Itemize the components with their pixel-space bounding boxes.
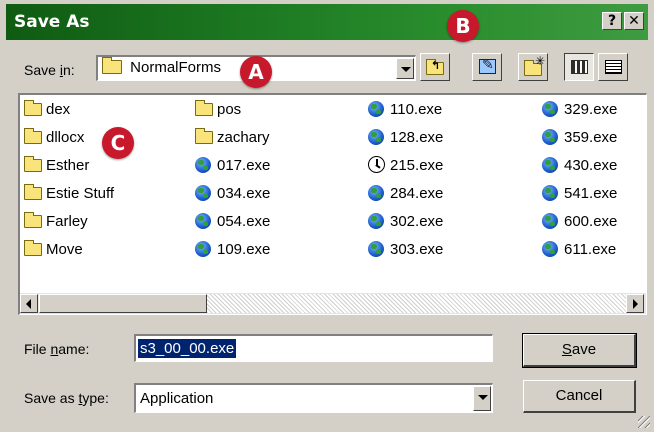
details-view-icon xyxy=(605,60,622,74)
globe-icon xyxy=(542,241,558,257)
horizontal-scrollbar[interactable] xyxy=(20,293,646,314)
file-name-input[interactable]: s3_00_00.exe xyxy=(134,334,493,362)
folder-icon xyxy=(24,156,42,172)
list-item[interactable]: 017.exe xyxy=(195,155,270,183)
list-item[interactable]: 128.exe xyxy=(368,127,443,155)
file-name-label: File name: xyxy=(24,341,90,357)
save-as-type-value: Application xyxy=(140,390,214,407)
list-item[interactable]: 284.exe xyxy=(368,183,443,211)
globe-icon xyxy=(542,129,558,145)
title-bar[interactable]: Save As ? ✕ xyxy=(6,4,648,40)
globe-icon xyxy=(195,213,211,229)
annotation-badge-c: C xyxy=(102,127,134,159)
list-item[interactable]: 110.exe xyxy=(368,99,443,127)
window-title: Save As xyxy=(14,12,90,32)
globe-icon xyxy=(195,241,211,257)
globe-icon xyxy=(368,185,384,201)
scroll-left-button[interactable] xyxy=(20,294,38,313)
up-arrow-icon: ↰ xyxy=(431,59,441,72)
save-in-value: NormalForms xyxy=(102,57,221,76)
globe-icon xyxy=(542,157,558,173)
save-as-type-dropdown-arrow[interactable] xyxy=(473,386,491,411)
list-item[interactable]: pos xyxy=(195,99,270,127)
globe-icon xyxy=(542,185,558,201)
create-new-folder-button[interactable]: ✳ xyxy=(518,53,548,81)
folder-icon xyxy=(195,100,213,116)
globe-icon xyxy=(195,185,211,201)
list-item[interactable]: 215.exe xyxy=(368,155,443,183)
save-button[interactable]: Save xyxy=(522,333,637,368)
list-item[interactable]: 611.exe xyxy=(542,239,617,267)
save-in-dropdown-arrow[interactable] xyxy=(396,58,414,79)
annotation-badge-a: A xyxy=(240,56,272,88)
save-in-label: Save in: xyxy=(24,62,75,78)
list-item[interactable]: zachary xyxy=(195,127,270,155)
cancel-button[interactable]: Cancel xyxy=(523,380,636,413)
file-column-4: 329.exe 359.exe 430.exe 541.exe 600.exe … xyxy=(542,99,617,267)
annotation-badge-b: B xyxy=(447,10,479,42)
list-item[interactable]: 302.exe xyxy=(368,211,443,239)
resize-grip-icon[interactable] xyxy=(638,416,650,428)
sparkle-icon: ✳ xyxy=(535,54,546,68)
globe-icon xyxy=(368,129,384,145)
save-as-type-label: Save as type: xyxy=(24,390,109,406)
list-item[interactable]: dllocx xyxy=(24,127,114,155)
list-item[interactable]: 303.exe xyxy=(368,239,443,267)
list-item[interactable]: 430.exe xyxy=(542,155,617,183)
list-view-button[interactable] xyxy=(564,53,594,81)
desktop-button[interactable]: ✎ xyxy=(472,53,502,81)
list-item[interactable]: dex xyxy=(24,99,114,127)
clock-icon xyxy=(368,156,385,173)
list-item[interactable]: 600.exe xyxy=(542,211,617,239)
list-item[interactable]: 034.exe xyxy=(195,183,270,211)
pencil-icon: ✎ xyxy=(482,57,494,73)
list-item[interactable]: 329.exe xyxy=(542,99,617,127)
list-item[interactable]: Farley xyxy=(24,211,114,239)
save-as-dialog: Save As ? ✕ Save in: NormalForms ↰ ✎ ✳ A… xyxy=(0,0,654,432)
file-list[interactable]: dex dllocx Esther Estie Stuff Farley Mov… xyxy=(18,93,647,315)
globe-icon xyxy=(195,157,211,173)
file-column-2: pos zachary 017.exe 034.exe 054.exe 109.… xyxy=(195,99,270,267)
globe-icon xyxy=(368,213,384,229)
list-view-icon xyxy=(571,60,588,74)
list-item[interactable]: 054.exe xyxy=(195,211,270,239)
folder-icon xyxy=(24,212,42,228)
list-item[interactable]: Estie Stuff xyxy=(24,183,114,211)
list-item[interactable]: Esther xyxy=(24,155,114,183)
save-as-type-dropdown[interactable]: Application xyxy=(134,383,493,413)
globe-icon xyxy=(368,241,384,257)
globe-icon xyxy=(542,101,558,117)
folder-icon xyxy=(24,240,42,256)
folder-icon xyxy=(195,128,213,144)
list-item[interactable]: 541.exe xyxy=(542,183,617,211)
open-folder-icon xyxy=(102,57,122,74)
close-button[interactable]: ✕ xyxy=(624,12,644,30)
list-item[interactable]: 109.exe xyxy=(195,239,270,267)
list-item[interactable]: 359.exe xyxy=(542,127,617,155)
scroll-right-button[interactable] xyxy=(626,294,644,313)
folder-icon xyxy=(24,100,42,116)
scrollbar-track[interactable] xyxy=(207,294,626,313)
globe-icon xyxy=(368,101,384,117)
details-view-button[interactable] xyxy=(598,53,628,81)
help-button[interactable]: ? xyxy=(602,12,622,30)
up-one-level-button[interactable]: ↰ xyxy=(420,53,450,81)
file-name-value: s3_00_00.exe xyxy=(138,339,237,358)
globe-icon xyxy=(542,213,558,229)
file-column-3: 110.exe 128.exe 215.exe 284.exe 302.exe … xyxy=(368,99,443,267)
folder-icon xyxy=(24,184,42,200)
scrollbar-thumb[interactable] xyxy=(39,294,207,313)
list-item[interactable]: Move xyxy=(24,239,114,267)
file-column-1: dex dllocx Esther Estie Stuff Farley Mov… xyxy=(24,99,114,267)
folder-icon xyxy=(24,128,42,144)
